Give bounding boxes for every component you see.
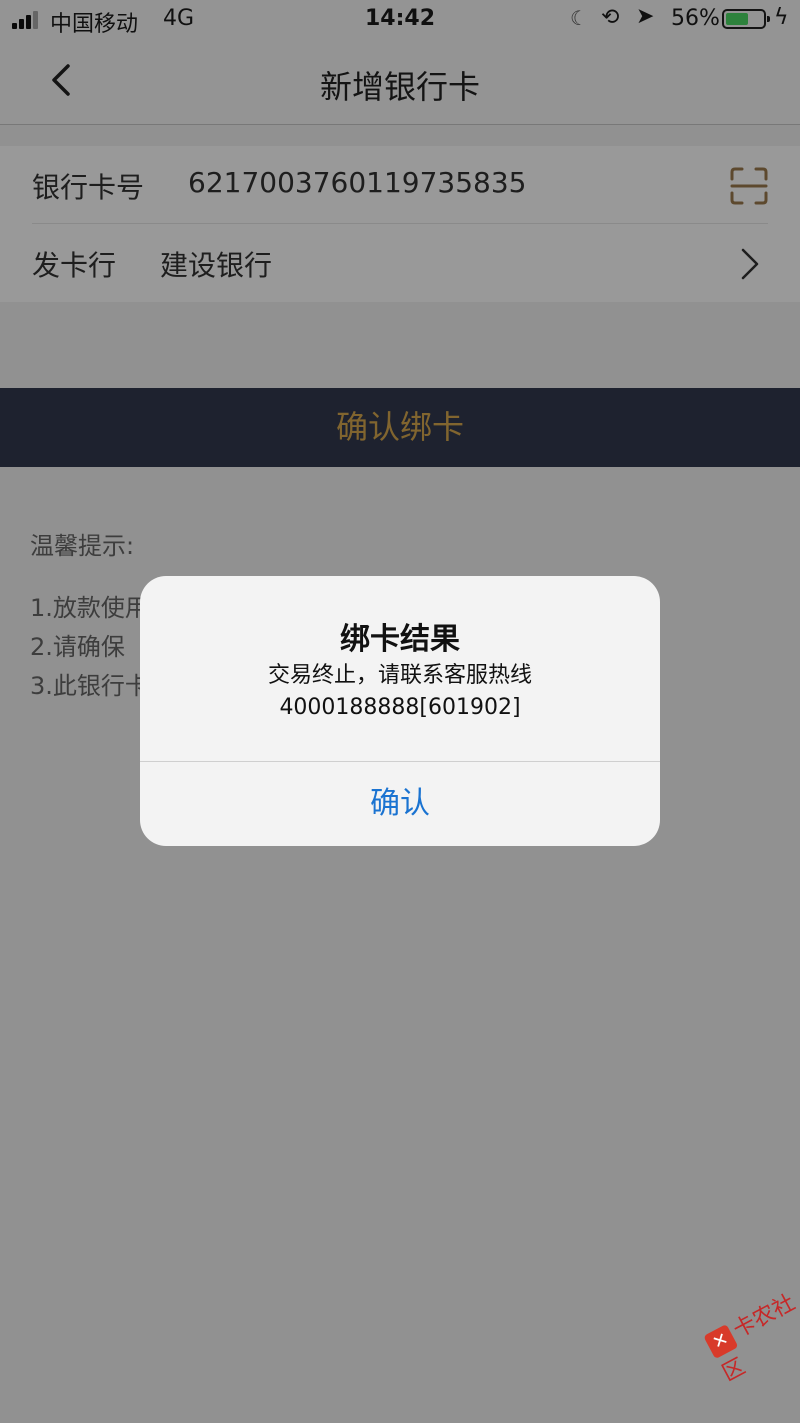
alert-message-line: 交易终止，请联系客服热线 bbox=[267, 663, 532, 688]
alert-message: 交易终止，请联系客服热线 4000188888[601902] bbox=[140, 660, 660, 724]
alert-confirm-button[interactable]: 确认 bbox=[140, 762, 660, 846]
result-alert: 绑卡结果 交易终止，请联系客服热线 4000188888[601902] 确认 bbox=[140, 576, 660, 846]
alert-message-line: 4000188888[601902] bbox=[279, 695, 521, 720]
alert-title: 绑卡结果 bbox=[340, 622, 460, 657]
